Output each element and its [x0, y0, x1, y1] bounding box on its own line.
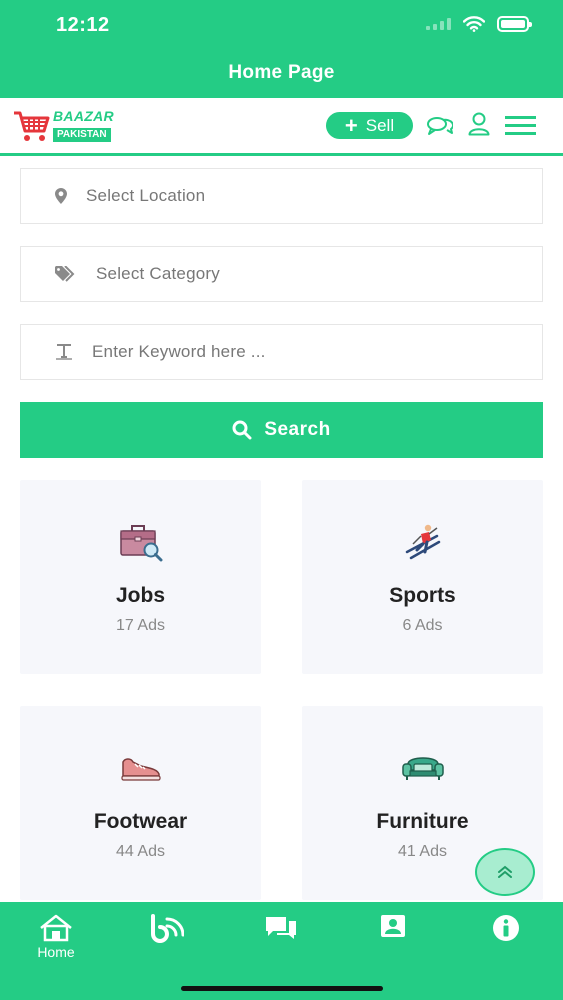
location-select[interactable]: Select Location: [20, 168, 543, 224]
category-count: 44 Ads: [116, 843, 165, 860]
category-card-jobs[interactable]: Jobs 17 Ads: [20, 480, 261, 674]
category-name: Furniture: [376, 810, 469, 833]
nav-item-home[interactable]: Home: [16, 914, 96, 960]
sneaker-icon: [120, 758, 161, 781]
battery-icon: [497, 16, 532, 32]
app-header: BAAZAR PAKISTAN + Sell: [0, 98, 563, 156]
search-label: Search: [264, 419, 331, 440]
cellular-signal-icon: [426, 18, 451, 30]
search-button[interactable]: Search: [20, 402, 543, 458]
category-card-sports[interactable]: Sports 6 Ads: [302, 480, 543, 674]
search-icon: [232, 420, 252, 440]
keyword-input[interactable]: Enter Keyword here ...: [20, 324, 543, 380]
nav-item-messages[interactable]: [241, 914, 321, 942]
status-time: 12:12: [56, 14, 110, 36]
category-name: Sports: [389, 584, 456, 607]
nav-item-info[interactable]: [466, 914, 546, 942]
status-icons: [426, 16, 532, 32]
chat-icon[interactable]: [427, 116, 453, 136]
map-marker-icon: [55, 188, 67, 204]
skier-icon: [405, 524, 440, 560]
tags-icon: [55, 266, 77, 282]
home-indicator: [181, 986, 383, 991]
contact-card-icon: [381, 915, 405, 937]
plus-icon: +: [344, 112, 358, 138]
briefcase-icon: [119, 525, 162, 562]
text-icon: [55, 344, 73, 360]
nav-item-blog[interactable]: [126, 914, 206, 944]
category-count: 17 Ads: [116, 617, 165, 634]
nav-label-home: Home: [37, 944, 75, 960]
messages-icon: [266, 917, 296, 939]
nav-item-contact[interactable]: [353, 914, 433, 940]
user-icon[interactable]: [468, 112, 490, 136]
category-count: 6 Ads: [402, 617, 443, 634]
wifi-icon: [463, 16, 485, 32]
category-name: Footwear: [93, 810, 188, 833]
blog-icon: [151, 914, 184, 943]
category-name: Jobs: [115, 584, 165, 607]
page-title: Home Page: [228, 62, 335, 83]
category-card-footwear[interactable]: Footwear 44 Ads: [20, 706, 261, 900]
logo-text-baazar: BAAZAR: [53, 108, 114, 124]
location-placeholder: Select Location: [86, 186, 206, 205]
info-icon: [493, 915, 519, 941]
sell-label: Sell: [365, 115, 395, 135]
category-select[interactable]: Select Category: [20, 246, 543, 302]
brand-logo[interactable]: BAAZAR PAKISTAN: [13, 108, 114, 144]
shopping-cart-icon: [14, 111, 50, 141]
menu-icon[interactable]: [505, 116, 536, 136]
top-bar: 12:12 Home Page: [0, 0, 563, 98]
keyword-placeholder: Enter Keyword here ...: [92, 342, 266, 361]
category-placeholder: Select Category: [96, 264, 220, 283]
logo-text-pakistan: PAKISTAN: [53, 128, 111, 142]
home-icon: [40, 914, 72, 942]
sofa-icon: [401, 757, 444, 780]
scroll-to-top-button[interactable]: [475, 848, 535, 896]
sell-button[interactable]: + Sell: [326, 112, 413, 139]
double-chevron-up-icon: [498, 865, 512, 878]
